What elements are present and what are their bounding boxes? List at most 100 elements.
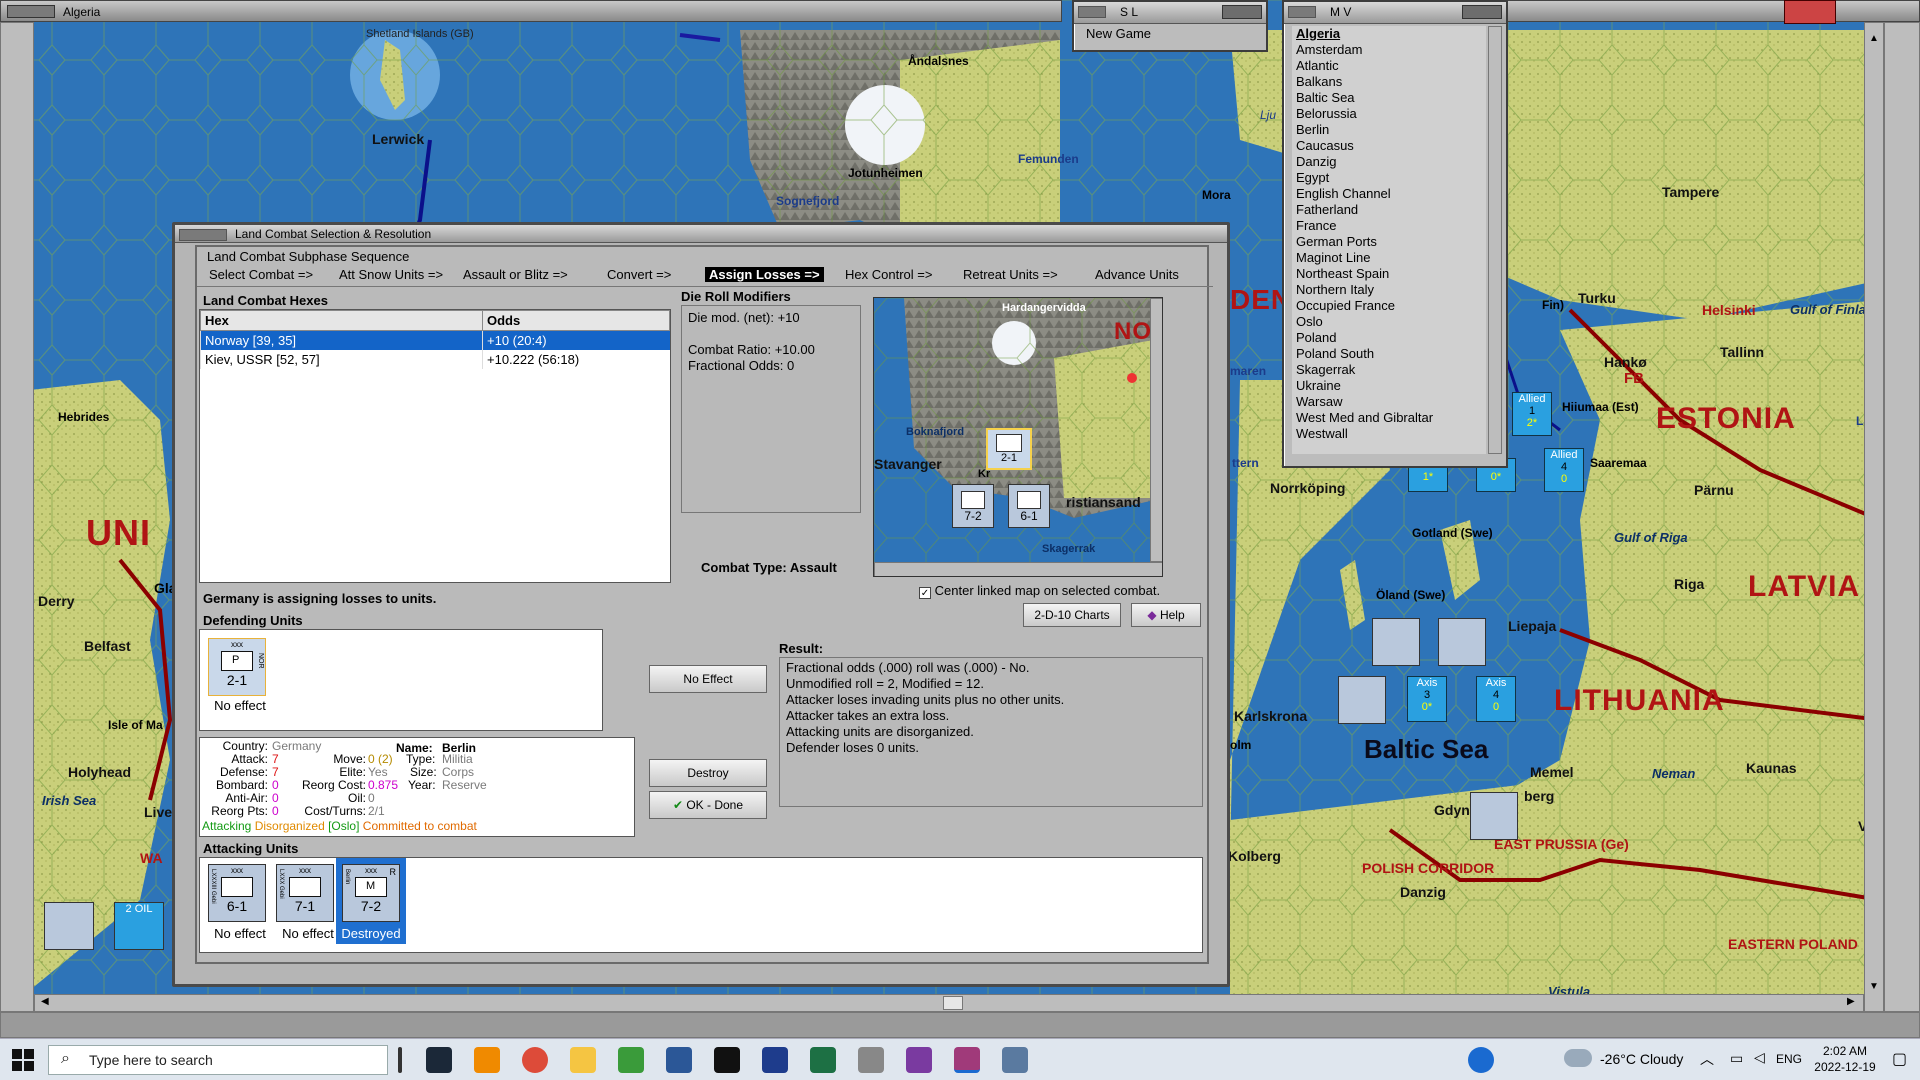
- odds-column-header[interactable]: Odds: [482, 310, 670, 331]
- scroll-thumb[interactable]: [943, 996, 963, 1010]
- window-close-icon[interactable]: [1222, 5, 1262, 19]
- vlc-icon[interactable]: [474, 1047, 500, 1073]
- scroll-up-icon[interactable]: ▲: [1869, 33, 1879, 44]
- flag-icon[interactable]: [1784, 0, 1836, 24]
- center-linked-checkbox[interactable]: ✓: [919, 587, 931, 599]
- chrome-icon[interactable]: [522, 1047, 548, 1073]
- window-grip-icon[interactable]: [1078, 6, 1106, 18]
- destroy-button[interactable]: Destroy: [649, 759, 767, 787]
- attacker-counter[interactable]: xxx LXXX Gebi 7-1: [276, 864, 334, 922]
- help-tray-icon[interactable]: [1468, 1047, 1494, 1073]
- map-view-item[interactable]: Westwall: [1292, 426, 1486, 442]
- scroll-down-icon[interactable]: ▼: [1869, 981, 1879, 992]
- minimap-defender-counter[interactable]: 2-1: [986, 428, 1032, 470]
- file-explorer-icon[interactable]: [570, 1047, 596, 1073]
- window-grip-icon[interactable]: [179, 229, 227, 241]
- map-unit-counter[interactable]: [1470, 792, 1518, 840]
- minimap-hscrollbar[interactable]: [874, 562, 1162, 576]
- map-view-item[interactable]: Occupied France: [1292, 298, 1486, 314]
- axis-stack-3[interactable]: Axis 3 0*: [1407, 676, 1447, 722]
- attacker-counter-selected[interactable]: xxx M Berlin R 7-2: [342, 864, 400, 922]
- charts-button[interactable]: 2-D-10 Charts: [1023, 603, 1121, 627]
- map-view-item[interactable]: Oslo: [1292, 314, 1486, 330]
- axis-stack-4[interactable]: Axis 4 0: [1476, 676, 1516, 722]
- clock[interactable]: 2:02 AM 2022-12-19: [1810, 1043, 1880, 1075]
- game-app-icon[interactable]: [906, 1047, 932, 1073]
- linked-minimap[interactable]: Hardangervidda NO Boknafjord Stavanger K…: [873, 297, 1163, 577]
- map-view-item[interactable]: Berlin: [1292, 122, 1486, 138]
- attacker-counter[interactable]: xxx LXXXIII Gebi 6-1: [208, 864, 266, 922]
- scroll-left-icon[interactable]: ◀: [41, 996, 49, 1007]
- table-row[interactable]: Norway [39, 35] +10 (20:4): [200, 330, 670, 350]
- word-icon[interactable]: [666, 1047, 692, 1073]
- map-view-item[interactable]: Caucasus: [1292, 138, 1486, 154]
- map-view-item[interactable]: English Channel: [1292, 186, 1486, 202]
- windows-start-icon[interactable]: [12, 1049, 34, 1071]
- notifications-icon[interactable]: ▢: [1892, 1049, 1907, 1069]
- map-view-item[interactable]: Danzig: [1292, 154, 1486, 170]
- map-view-item[interactable]: Belorussia: [1292, 106, 1486, 122]
- minimap-attacker-counter[interactable]: 7-2: [952, 484, 994, 528]
- seq-assault-blitz[interactable]: Assault or Blitz =>: [463, 267, 568, 282]
- ok-done-button[interactable]: ✔ OK - Done: [649, 791, 767, 819]
- network-icon[interactable]: ▭: [1730, 1050, 1743, 1067]
- allied-stack-1[interactable]: Allied 1 2*: [1512, 392, 1552, 436]
- mv-scrollbar[interactable]: [1488, 26, 1502, 454]
- window-grip-icon[interactable]: [1288, 6, 1316, 18]
- map-view-item[interactable]: Fatherland: [1292, 202, 1486, 218]
- netflix-icon[interactable]: [714, 1047, 740, 1073]
- seq-hex-control[interactable]: Hex Control =>: [845, 267, 932, 282]
- seq-att-snow-units[interactable]: Att Snow Units =>: [339, 267, 443, 282]
- map-view-item[interactable]: Poland: [1292, 330, 1486, 346]
- chevron-up-icon[interactable]: ︿: [1700, 1049, 1714, 1069]
- scroll-right-icon[interactable]: ▶: [1847, 996, 1855, 1007]
- seq-assign-losses[interactable]: Assign Losses =>: [705, 267, 824, 282]
- help-button[interactable]: ◆ Help: [1131, 603, 1201, 627]
- calculator-icon[interactable]: [858, 1047, 884, 1073]
- map-unit-counter[interactable]: [44, 902, 94, 950]
- map-vertical-scrollbar[interactable]: ▲ ▼: [1864, 22, 1884, 1012]
- volume-icon[interactable]: ◁: [1754, 1049, 1765, 1066]
- map-view-item[interactable]: West Med and Gibraltar: [1292, 410, 1486, 426]
- table-row[interactable]: Kiev, USSR [52, 57] +10.222 (56:18): [200, 349, 670, 369]
- map-view-item[interactable]: German Ports: [1292, 234, 1486, 250]
- window-app-icon[interactable]: [1002, 1047, 1028, 1073]
- map-view-item[interactable]: Maginot Line: [1292, 250, 1486, 266]
- center-linked-option[interactable]: ✓ Center linked map on selected combat.: [919, 583, 1160, 599]
- map-view-item[interactable]: Ukraine: [1292, 378, 1486, 394]
- seq-convert[interactable]: Convert =>: [607, 267, 671, 282]
- no-effect-button[interactable]: No Effect: [649, 665, 767, 693]
- map-view-item[interactable]: Egypt: [1292, 170, 1486, 186]
- language-indicator[interactable]: ENG: [1776, 1052, 1802, 1066]
- map-view-item[interactable]: Northern Italy: [1292, 282, 1486, 298]
- task-view-icon[interactable]: [398, 1047, 402, 1073]
- map-view-item[interactable]: Algeria: [1292, 26, 1486, 42]
- map-view-item[interactable]: Warsaw: [1292, 394, 1486, 410]
- steam-icon[interactable]: [426, 1047, 452, 1073]
- hex-column-header[interactable]: Hex: [200, 310, 483, 331]
- map-view-item[interactable]: Poland South: [1292, 346, 1486, 362]
- game-app-active-icon[interactable]: [954, 1047, 980, 1073]
- seq-retreat-units[interactable]: Retreat Units =>: [963, 267, 1058, 282]
- excel-icon[interactable]: [810, 1047, 836, 1073]
- seq-select-combat[interactable]: Select Combat =>: [209, 267, 313, 282]
- map-view-item[interactable]: Baltic Sea: [1292, 90, 1486, 106]
- map-unit-counter[interactable]: [1438, 618, 1486, 666]
- weather-text[interactable]: -26°C Cloudy: [1600, 1051, 1683, 1067]
- map-view-item[interactable]: Skagerrak: [1292, 362, 1486, 378]
- disney-plus-icon[interactable]: [762, 1047, 788, 1073]
- window-close-icon[interactable]: [1462, 5, 1502, 19]
- map-view-item[interactable]: Balkans: [1292, 74, 1486, 90]
- oil-marker[interactable]: 2 OIL: [114, 902, 164, 950]
- defender-counter[interactable]: xxx P NOR 2-1: [208, 638, 266, 696]
- map-view-item[interactable]: France: [1292, 218, 1486, 234]
- map-unit-counter[interactable]: [1338, 676, 1386, 724]
- allied-stack-2[interactable]: Allied 4 0: [1544, 448, 1584, 492]
- map-view-item[interactable]: Amsterdam: [1292, 42, 1486, 58]
- minimap-attacker-counter[interactable]: 6-1: [1008, 484, 1050, 528]
- menu-grip-icon[interactable]: [7, 5, 55, 18]
- notepad-icon[interactable]: [618, 1047, 644, 1073]
- taskbar-search-input[interactable]: ⌕ Type here to search: [48, 1045, 388, 1075]
- sl-window-item[interactable]: New Game: [1074, 24, 1266, 43]
- map-unit-counter[interactable]: [1372, 618, 1420, 666]
